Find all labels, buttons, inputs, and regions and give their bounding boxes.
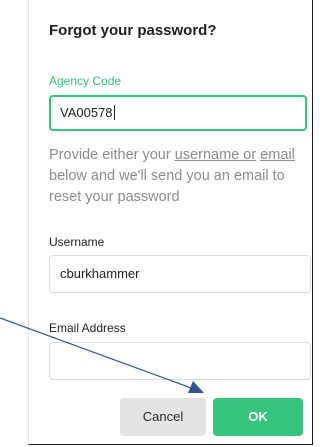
help-text: Provide either your username or email be… — [49, 145, 311, 208]
email-address-label: Email Address — [49, 321, 126, 335]
cancel-button[interactable]: Cancel — [120, 398, 206, 436]
ok-button[interactable]: OK — [213, 398, 303, 436]
username-label: Username — [49, 235, 105, 249]
help-text-start: Provide either your — [49, 147, 175, 163]
username-input[interactable]: cburkhammer — [49, 255, 311, 293]
agency-code-value: VA00578 — [60, 105, 113, 120]
username-value: cburkhammer — [60, 266, 140, 281]
text-cursor — [113, 105, 115, 120]
forgot-password-dialog: Forgot your password? Agency Code VA0057… — [28, 0, 313, 445]
agency-code-input[interactable]: VA00578 — [49, 95, 307, 131]
help-text-end: below and we'll send you an email to res… — [49, 168, 285, 205]
email-link[interactable]: email — [260, 147, 295, 163]
agency-code-label: Agency Code — [49, 74, 122, 88]
username-or-link[interactable]: username or — [175, 147, 256, 163]
dialog-title: Forgot your password? — [49, 22, 217, 39]
email-address-input[interactable] — [49, 342, 311, 380]
